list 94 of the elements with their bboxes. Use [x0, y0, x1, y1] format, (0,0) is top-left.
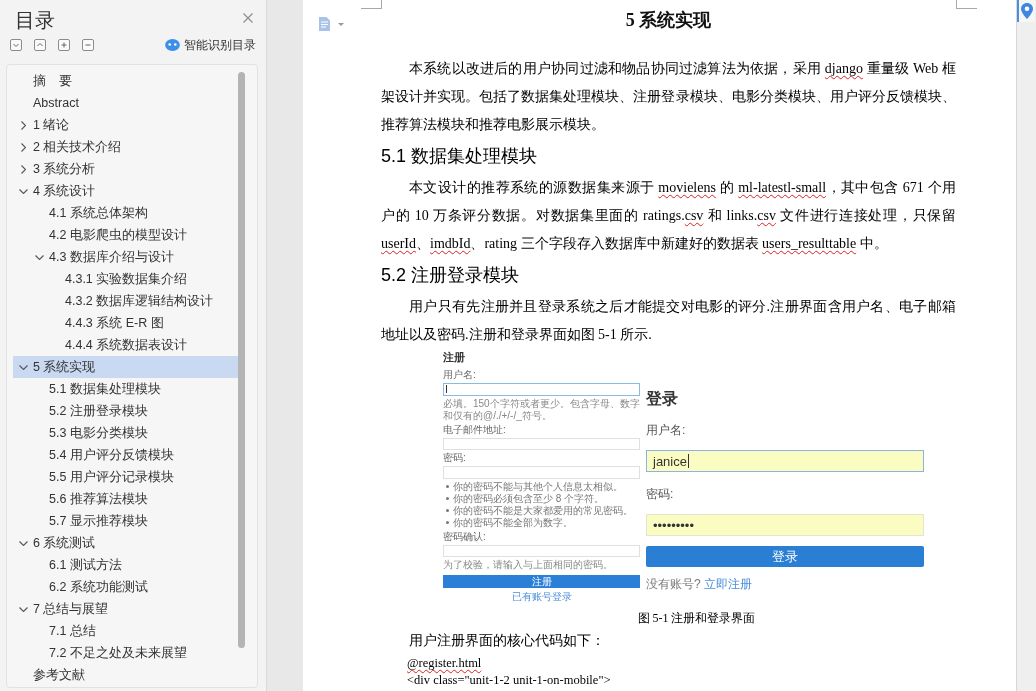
chevron-up-icon[interactable] — [34, 39, 46, 51]
paragraph: 用户注册界面的核心代码如下： — [408, 632, 606, 650]
input-field[interactable] — [443, 383, 640, 396]
help-text: 你的密码不能是大家都爱用的常见密码。 — [453, 504, 633, 517]
input-field[interactable] — [443, 466, 640, 479]
chevron-down-icon[interactable] — [10, 39, 22, 51]
text-cursor-icon — [687, 454, 689, 468]
prompt-text: 没有账号? — [646, 576, 701, 592]
close-icon — [243, 13, 253, 23]
document-title: 5 系统实现 — [624, 9, 713, 31]
help-text: 你的密码必须包含至少 8 个字符。 — [453, 492, 605, 505]
toc-item[interactable]: 5.3 电影分类模块 — [34, 422, 148, 444]
field-label: 密码: — [443, 452, 466, 464]
toc-item[interactable]: 4.4.4 系统数据表设计 — [50, 334, 188, 356]
register-button[interactable]: 注册 — [443, 575, 640, 588]
input-field[interactable] — [443, 544, 640, 557]
paragraph: 本文设计的推荐系统的源数据集来源于 movielens 的 ml-latestl-small，其中包含 671 个用户的 10 万条评分数据。对数据集里面的 ratings.csv 和 links.csv 文件进行连接处理，只保留 userId、imdbId、rating 三个字段存入数据库中新建好的数据表 users_resulttable 中。 — [381, 179, 956, 253]
toc-item[interactable]: 7.1 总结 — [34, 620, 96, 642]
chevron-down-icon[interactable] — [34, 254, 44, 260]
toc-item[interactable]: 7 总结与展望 — [18, 598, 109, 620]
toc-item[interactable]: 4.3 数据库介绍与设计 — [34, 246, 174, 268]
bullet-icon — [446, 521, 449, 524]
paragraph: 用户只有先注册并且登录系统之后才能提交对电影的评分.注册界面含用户名、电子邮箱地址以及密码.注册和登录界面如图 5-1 所示. — [381, 298, 956, 344]
toc-item[interactable]: 5.6 推荐算法模块 — [34, 488, 148, 510]
toc-item[interactable]: 5.7 显示推荐模块 — [34, 510, 148, 532]
field-label: 电子邮件地址: — [443, 423, 506, 436]
document-menu-button[interactable] — [319, 17, 344, 31]
toc-item[interactable]: 4.4.3 系统 E-R 图 — [50, 312, 164, 334]
login-link[interactable]: 已有账号登录 — [511, 591, 572, 603]
toc-item[interactable]: 3 系统分析 — [18, 158, 96, 180]
toc-item[interactable]: 6 系统测试 — [18, 532, 96, 554]
chevron-down-icon[interactable] — [18, 188, 28, 194]
toc-item[interactable]: 5.5 用户评分记录模块 — [34, 466, 174, 488]
input-field[interactable]: janice — [646, 450, 924, 472]
chevron-down-icon[interactable] — [18, 364, 28, 370]
chevron-right-icon[interactable] — [20, 164, 26, 174]
caret-icon — [338, 22, 344, 26]
section-heading: 5.1 数据集处理模块 — [381, 145, 539, 167]
form-title: 注册 — [443, 351, 465, 364]
toc-item[interactable]: 2 相关技术介绍 — [18, 136, 122, 158]
chevron-right-icon[interactable] — [20, 120, 26, 130]
toc-item[interactable]: 4.3.1 实验数据集介绍 — [50, 268, 188, 290]
toc-item[interactable]: 6.1 测试方法 — [34, 554, 122, 576]
toc-item[interactable]: 参考文献 — [18, 664, 85, 686]
code-line: @register.html — [406, 655, 483, 672]
smart-toc-button[interactable]: 智能识别目录 — [165, 36, 256, 54]
toc-item[interactable]: 1 绪论 — [18, 114, 70, 136]
help-text: 为了校验，请输入与上面相同的密码。 — [443, 559, 613, 571]
text-cursor-icon — [446, 385, 447, 394]
chevron-right-icon[interactable] — [20, 142, 26, 152]
toc-item[interactable]: 6.2 系统功能测试 — [34, 576, 148, 598]
paragraph: 本系统以改进后的用户协同过滤和物品协同过滤算法为依据，采用 django 重量级 Web 框架设计并实现。包括了数据集处理模块、注册登录模块、电影分类模块、用户评分反馈模块、推荐算法模块和推荐电影展示模块。 — [381, 60, 956, 134]
toc-item[interactable]: 4.1 系统总体架构 — [34, 202, 148, 224]
corner-mark-icon — [956, 0, 977, 9]
sidebar-title: 目录 — [15, 8, 55, 33]
field-label: 密码: — [646, 486, 674, 502]
form-title: 登录 — [646, 390, 678, 408]
toc-item[interactable]: 摘 要 — [18, 70, 72, 92]
toc-item[interactable]: 5 系统实现 — [13, 356, 238, 378]
toc-item[interactable]: Abstract — [18, 92, 79, 114]
chevron-down-icon[interactable] — [18, 540, 28, 546]
plus-icon[interactable] — [58, 39, 70, 51]
code-line: <div class="unit-1-2 unit-1-on-mobile"> — [406, 672, 612, 689]
minus-icon[interactable] — [82, 39, 94, 51]
document-icon — [319, 17, 330, 31]
register-link[interactable]: 立即注册 — [703, 576, 752, 592]
bullet-icon — [446, 509, 449, 512]
input-field[interactable]: ••••••••• — [646, 514, 924, 536]
toc-item[interactable]: 5.2 注册登录模块 — [34, 400, 148, 422]
bullet-icon — [446, 485, 449, 488]
close-button[interactable] — [243, 13, 253, 23]
toc-item[interactable]: 4.2 电影爬虫的模型设计 — [34, 224, 187, 246]
toc-item[interactable]: 7.2 不足之处及未来展望 — [34, 642, 187, 664]
help-text: 你的密码不能与其他个人信息太相似。 — [453, 480, 623, 492]
login-button[interactable]: 登录 — [646, 546, 924, 567]
help-text: 你的密码不能全部为数字。 — [453, 516, 573, 529]
section-heading: 5.2 注册登录模块 — [381, 264, 521, 286]
bullet-icon — [446, 497, 449, 500]
chevron-down-icon[interactable] — [18, 606, 28, 612]
toc-item[interactable]: 4 系统设计 — [18, 180, 96, 202]
help-text: 必填。150个字符或者更少。包含字母、数字和仅有的@/./+/-/_符号。 — [443, 397, 640, 422]
toc-item[interactable]: 5.1 数据集处理模块 — [34, 378, 161, 400]
field-label: 用户名: — [443, 369, 476, 381]
figure-caption: 图 5-1 注册和登录界面 — [636, 610, 757, 627]
scrollbar-thumb[interactable] — [238, 72, 245, 648]
field-label: 用户名: — [646, 422, 686, 438]
toc-item[interactable]: 4.3.2 数据库逻辑结构设计 — [50, 290, 214, 312]
location-pin-icon — [1021, 3, 1033, 19]
bot-icon — [165, 39, 180, 51]
input-field[interactable] — [443, 437, 640, 450]
toc-item[interactable]: 5.4 用户评分反馈模块 — [34, 444, 174, 466]
location-pin-button[interactable] — [1017, 0, 1035, 22]
field-label: 密码确认: — [443, 530, 486, 543]
corner-mark-icon — [361, 0, 382, 9]
